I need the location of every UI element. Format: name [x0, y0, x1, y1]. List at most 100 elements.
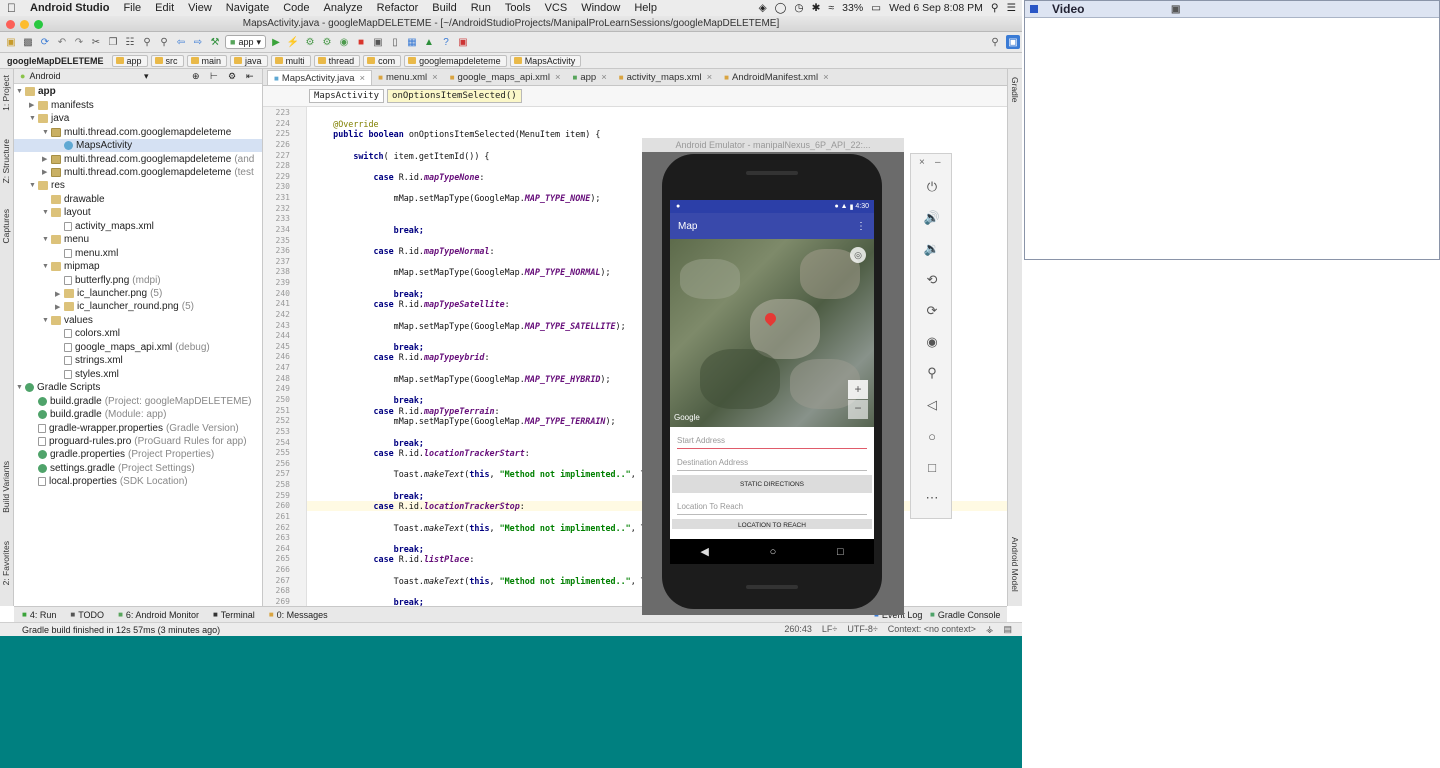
debug-icon[interactable]: ⚙ — [303, 35, 317, 49]
expand-arrow-icon[interactable]: ▼ — [16, 88, 25, 95]
tree-item[interactable]: local.properties (SDK Location) — [29, 475, 188, 489]
search-icon[interactable]: ⚲ — [991, 2, 999, 14]
editor-tab[interactable]: ■ AndroidManifest.xml × — [718, 70, 834, 85]
clock-text[interactable]: Wed 6 Sep 8:08 PM — [889, 2, 983, 14]
editor-tab[interactable]: ■ google_maps_api.xml × — [444, 70, 567, 85]
tree-item[interactable]: styles.xml — [55, 367, 119, 381]
expand-arrow-icon[interactable]: ▶ — [55, 290, 64, 298]
tree-item[interactable]: colors.xml — [55, 327, 120, 341]
close-tab-icon[interactable]: × — [601, 72, 607, 83]
menu-item[interactable]: Analyze — [317, 2, 370, 14]
project-tool-tab[interactable]: 1: Project — [1, 75, 11, 111]
bottom-tab[interactable]: ■ 4: Run — [22, 610, 56, 620]
breadcrumb-item[interactable]: multi — [270, 54, 311, 67]
bottom-tab[interactable]: ■ 6: Android Monitor — [118, 610, 199, 620]
event-icon[interactable]: ▣ — [1006, 35, 1020, 49]
menu-item[interactable]: Code — [276, 2, 316, 14]
tree-item[interactable]: build.gradle (Project: googleMapDELETEME) — [29, 394, 251, 408]
avd-manager-icon[interactable]: ▯ — [388, 35, 402, 49]
bottom-tab[interactable]: ■ Terminal — [213, 610, 255, 620]
volume-up-icon[interactable]: 🔊 — [923, 209, 941, 227]
sync-icon[interactable]: ◯ — [775, 2, 787, 14]
expand-arrow-icon[interactable]: ▼ — [42, 209, 51, 216]
memory-indicator-icon[interactable]: ▤ — [1003, 624, 1012, 635]
expand-arrow-icon[interactable]: ▼ — [42, 263, 51, 270]
breadcrumb-item[interactable]: com — [363, 54, 402, 67]
search-everywhere-icon[interactable]: ⚲ — [988, 35, 1002, 49]
minimize-window-icon[interactable] — [20, 20, 29, 29]
monitor-icon[interactable]: ▣ — [456, 35, 470, 49]
save-all-icon[interactable]: ▩ — [21, 35, 35, 49]
expand-arrow-icon[interactable]: ▼ — [29, 182, 38, 189]
bottom-tab[interactable]: ■ 0: Messages — [269, 610, 328, 620]
tree-item[interactable]: strings.xml — [55, 354, 123, 368]
menu-item[interactable]: Navigate — [219, 2, 276, 14]
captures-tool-tab[interactable]: Captures — [1, 209, 11, 244]
make-project-icon[interactable]: ⚒ — [208, 35, 222, 49]
context-class[interactable]: MapsActivity — [309, 89, 385, 103]
battery-icon[interactable]: ▭ — [871, 2, 881, 14]
breadcrumb-item[interactable]: MapsActivity — [509, 54, 582, 67]
location-to-reach-input[interactable]: Location To Reach — [677, 493, 867, 515]
emulator-minimize-icon[interactable]: – — [935, 157, 941, 168]
menu-item[interactable]: Tools — [498, 2, 538, 14]
google-map-view[interactable]: ◎ + − Google — [670, 239, 874, 427]
cut-icon[interactable]: ✂ — [89, 35, 103, 49]
home-circle-icon[interactable]: ○ — [923, 427, 941, 445]
tree-item[interactable]: drawable — [42, 193, 105, 207]
nav-home-icon[interactable]: ○ — [770, 546, 777, 558]
notification-list-icon[interactable]: ☰ — [1007, 2, 1016, 14]
editor-tab[interactable]: ■ app × — [567, 70, 613, 85]
structure-tool-tab[interactable]: Z: Structure — [1, 139, 11, 183]
sync-tree-icon[interactable]: ⊕ — [192, 71, 200, 82]
undo-icon[interactable]: ↶ — [55, 35, 69, 49]
breadcrumb-item[interactable]: googleMapDELETEME — [4, 55, 109, 67]
zoom-window-icon[interactable] — [34, 20, 43, 29]
tree-item[interactable]: gradle-wrapper.properties (Gradle Version… — [29, 421, 239, 435]
tree-item[interactable]: menu.xml — [55, 246, 118, 260]
menu-item[interactable]: Build — [425, 2, 463, 14]
project-structure-icon[interactable]: ▦ — [405, 35, 419, 49]
menu-item[interactable]: VCS — [538, 2, 575, 14]
close-tab-icon[interactable]: × — [823, 72, 829, 83]
expand-arrow-icon[interactable]: ▶ — [29, 101, 38, 109]
build-variants-tool-tab[interactable]: Build Variants — [1, 461, 11, 513]
paste-icon[interactable]: ☷ — [123, 35, 137, 49]
breadcrumb-item[interactable]: thread — [313, 54, 361, 67]
file-encoding[interactable]: UTF-8÷ — [847, 624, 877, 635]
tree-item[interactable]: build.gradle (Module: app) — [29, 408, 166, 422]
static-directions-button[interactable]: STATIC DIRECTIONS — [672, 475, 872, 493]
my-location-icon[interactable]: ◎ — [850, 247, 866, 263]
tree-item[interactable]: ▼ res — [29, 179, 65, 193]
editor-tab[interactable]: ■ menu.xml × — [372, 70, 444, 85]
profile-icon[interactable]: ◉ — [337, 35, 351, 49]
tree-item[interactable]: ▼ mipmap — [42, 260, 100, 274]
redo-icon[interactable]: ↷ — [72, 35, 86, 49]
android-device-monitor-icon[interactable]: ▲ — [422, 35, 436, 49]
tree-item[interactable]: ▶ multi.thread.com.googlemapdeleteme (test — [42, 166, 254, 180]
tree-item[interactable]: ▼ layout — [42, 206, 91, 220]
zoom-in-icon[interactable]: + — [848, 380, 868, 399]
expand-arrow-icon[interactable]: ▶ — [42, 168, 51, 176]
close-tab-icon[interactable]: × — [360, 73, 366, 84]
menu-item[interactable]: Edit — [148, 2, 181, 14]
settings-gear-icon[interactable]: ⚙ — [228, 71, 236, 82]
bottom-tab[interactable]: ■ TODO — [70, 610, 104, 620]
bottom-tab[interactable]: ■ Gradle Console — [930, 610, 1000, 620]
hide-panel-icon[interactable]: ⇤ — [246, 71, 254, 82]
breadcrumb-item[interactable]: src — [150, 54, 184, 67]
close-tab-icon[interactable]: × — [555, 72, 561, 83]
menu-item[interactable]: File — [116, 2, 148, 14]
clock-icon[interactable]: ◷ — [794, 2, 803, 14]
close-tab-icon[interactable]: × — [707, 72, 713, 83]
tree-item[interactable]: MapsActivity — [14, 138, 262, 153]
tree-item[interactable]: ▼ java — [29, 112, 69, 126]
menu-item[interactable]: Refactor — [370, 2, 426, 14]
breadcrumb-item[interactable]: googlemapdeleteme — [404, 54, 507, 67]
overview-square-icon[interactable]: □ — [923, 458, 941, 476]
editor-tab[interactable]: ■ activity_maps.xml × — [613, 70, 718, 85]
run-icon[interactable]: ▶ — [269, 35, 283, 49]
more-options-icon[interactable]: ⋯ — [923, 489, 941, 507]
volume-down-icon[interactable]: 🔉 — [923, 240, 941, 258]
help-icon[interactable]: ? — [439, 35, 453, 49]
